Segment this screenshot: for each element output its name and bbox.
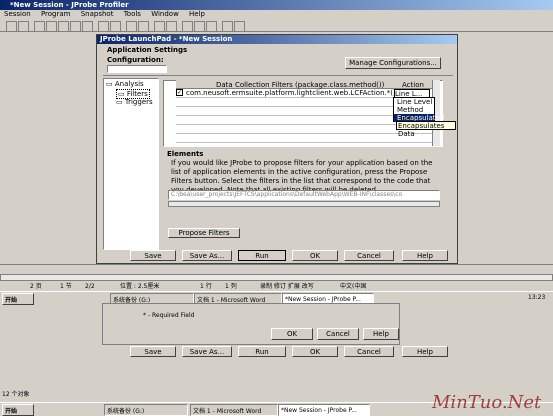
task-jprobe-2[interactable]: *New Session - JProbe P... <box>278 404 370 416</box>
dialog-title-bar: JProbe LaunchPad - *New Session <box>97 35 457 44</box>
divider <box>103 75 453 76</box>
start-button-2[interactable]: 开始 <box>2 404 34 416</box>
toolbar-button[interactable] <box>194 21 205 32</box>
clock: 13:23 <box>528 294 546 301</box>
section-app-settings: Application Settings <box>107 46 188 54</box>
status-col: 1 列 <box>225 283 237 290</box>
help-button[interactable]: Help <box>402 250 448 261</box>
status-section: 1 节 <box>60 283 72 290</box>
toolbar-button[interactable] <box>182 21 193 32</box>
save-as-button-2[interactable]: Save As... <box>182 346 232 357</box>
toolbar-button[interactable] <box>206 21 217 32</box>
tree-root[interactable]: ▭ Analysis <box>106 80 144 88</box>
taskbar: 开始 系统备份 (G:) 文档 1 - Microsoft Word *New … <box>0 291 553 305</box>
toolbar-button[interactable] <box>70 21 81 32</box>
status-lang: 中文(中国 <box>340 283 367 290</box>
status-pages: 2/2 <box>85 283 95 290</box>
app-title: *New Session - JProbe Profiler <box>10 1 129 9</box>
config-select[interactable] <box>107 65 167 73</box>
toolbar-button[interactable] <box>234 21 245 32</box>
filter-pattern[interactable]: com.neusoft.ermsuite.platform.lightclien… <box>186 89 396 97</box>
option-method-level[interactable]: Method Level <box>394 106 434 122</box>
propose-filters-button[interactable]: Propose Filters <box>168 228 240 238</box>
option-line-level[interactable]: Line Level <box>394 98 434 106</box>
task-drive-backup-2[interactable]: 系统备份 (G:) <box>104 404 188 416</box>
menu-tools[interactable]: Tools <box>124 10 141 18</box>
toolbar-button[interactable] <box>222 21 233 32</box>
menu-session[interactable]: Session <box>4 10 31 18</box>
app-title-bar: *New Session - JProbe Profiler <box>0 0 553 10</box>
watermark: MinTuo.Net <box>432 392 542 413</box>
status-position: 位置 : 2.5厘米 <box>120 283 160 290</box>
tooltip: Encapsulates Data <box>396 121 456 138</box>
col-action: Action <box>402 81 424 89</box>
toolbar <box>0 19 553 32</box>
required-dialog: * - Required Field OK Cancel Help <box>102 303 400 345</box>
manage-configurations-button[interactable]: Manage Configurations... <box>345 57 441 69</box>
table-row[interactable] <box>176 125 432 134</box>
toolbar-button[interactable] <box>34 21 45 32</box>
status-line: 1 行 <box>200 283 212 290</box>
menu-bar: Session Program Snapshot Tools Window He… <box>4 10 553 19</box>
elements-path-field[interactable]: C:\bea\user_projects\JEFTCS\applications… <box>168 190 440 200</box>
menu-help[interactable]: Help <box>189 10 205 18</box>
save-button-2[interactable]: Save <box>130 346 176 357</box>
toolbar-button[interactable] <box>154 21 165 32</box>
cancel-button-2[interactable]: Cancel <box>344 346 394 357</box>
analysis-tree: ▭ Analysis ▭ Filters ▭ Triggers <box>103 78 159 250</box>
save-button[interactable]: Save <box>130 250 176 261</box>
table-row[interactable] <box>176 134 432 143</box>
menu-window[interactable]: Window <box>151 10 179 18</box>
menu-program[interactable]: Program <box>41 10 71 18</box>
dialog-help-button[interactable]: Help <box>363 328 399 340</box>
col-filters: Data Collection Filters (package.class.m… <box>216 81 385 89</box>
cancel-button[interactable]: Cancel <box>344 250 394 261</box>
dialog-title: JProbe LaunchPad - *New Session <box>100 35 233 43</box>
enabled-checkbox[interactable]: ✓ <box>176 89 183 96</box>
dialog-cancel-button[interactable]: Cancel <box>317 328 359 340</box>
task-word-2[interactable]: 文档 1 - Microsoft Word <box>190 404 278 416</box>
tree-item-triggers[interactable]: ▭ Triggers <box>116 98 153 106</box>
elements-path: C:\bea\user_projects\JEFTCS\applications… <box>171 191 403 198</box>
run-button-2[interactable]: Run <box>238 346 286 357</box>
toolbar-button[interactable] <box>18 21 29 32</box>
help-button-2[interactable]: Help <box>402 346 448 357</box>
elements-scrollbar[interactable] <box>168 201 440 207</box>
toolbar-button[interactable] <box>46 21 57 32</box>
status-modes: 录制 修订 扩展 改写 <box>260 283 314 290</box>
ok-button-2[interactable]: OK <box>292 346 338 357</box>
status-page: 2 页 <box>30 283 42 290</box>
launchpad-dialog: JProbe LaunchPad - *New Session Applicat… <box>96 34 458 264</box>
run-button[interactable]: Run <box>238 250 286 261</box>
toolbar-button[interactable] <box>58 21 69 32</box>
toolbar-button[interactable] <box>6 21 17 32</box>
ok-button[interactable]: OK <box>292 250 338 261</box>
toolbar-button[interactable] <box>82 21 93 32</box>
save-as-button[interactable]: Save As... <box>182 250 232 261</box>
toolbar-button[interactable] <box>98 21 109 32</box>
background-window <box>0 264 553 274</box>
required-note: * - Required Field <box>143 312 195 319</box>
start-button[interactable]: 开始 <box>2 293 34 305</box>
toolbar-button[interactable] <box>138 21 149 32</box>
filters-header: Data Collection Filters (package.class.m… <box>176 80 432 89</box>
toolbar-button[interactable] <box>126 21 137 32</box>
toolbar-button[interactable] <box>166 21 177 32</box>
word-status-bar: 2 页 1 节 2/2 位置 : 2.5厘米 1 行 1 列 录制 修订 扩展 … <box>0 282 553 291</box>
config-label: Configuration: <box>107 56 164 64</box>
horizontal-scrollbar[interactable] <box>0 274 553 281</box>
action-dropdown[interactable]: Line Level Method Level Encapsulated <box>393 97 444 122</box>
dialog-ok-button[interactable]: OK <box>271 328 313 340</box>
menu-snapshot[interactable]: Snapshot <box>81 10 114 18</box>
object-count: 12 个对象 <box>2 391 30 398</box>
toolbar-button[interactable] <box>110 21 121 32</box>
elements-title: Elements <box>167 150 204 158</box>
